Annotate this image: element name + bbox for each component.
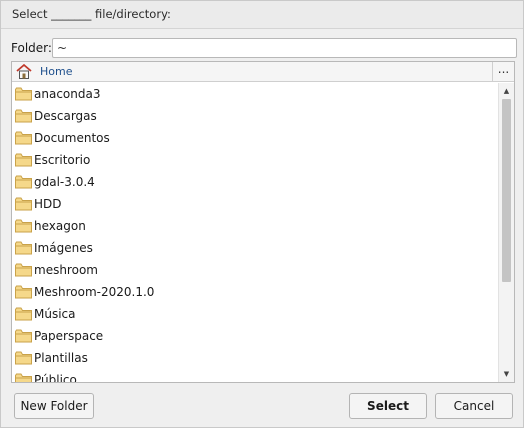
list-item[interactable]: meshroom (12, 259, 498, 281)
file-dialog: Select _______ file/directory: Folder: ~… (0, 0, 524, 428)
scroll-thumb[interactable] (502, 99, 511, 282)
folder-icon (15, 175, 32, 189)
list-item[interactable]: Escritorio (12, 149, 498, 171)
folder-icon (15, 307, 32, 321)
list-item-label: gdal-3.0.4 (34, 175, 95, 189)
title-bar: Select _______ file/directory: (1, 1, 523, 29)
folder-icon (15, 87, 32, 101)
list-item[interactable]: Público (12, 369, 498, 382)
folder-icon (15, 241, 32, 255)
list-item[interactable]: Descargas (12, 105, 498, 127)
scroll-up-icon[interactable]: ▲ (499, 85, 514, 97)
folder-row: Folder: ~ (11, 38, 517, 58)
vertical-scrollbar[interactable]: ▲ ▼ (498, 83, 514, 382)
list-item-label: anaconda3 (34, 87, 101, 101)
list-item[interactable]: Plantillas (12, 347, 498, 369)
file-browser: Home ... anaconda3 Descargas Documentos Esc… (11, 61, 515, 383)
folder-icon (15, 263, 32, 277)
folder-icon (15, 285, 32, 299)
list-item-label: HDD (34, 197, 62, 211)
list-item-label: Meshroom-2020.1.0 (34, 285, 155, 299)
folder-icon (15, 197, 32, 211)
more-button[interactable]: ... (492, 62, 514, 81)
list-item[interactable]: gdal-3.0.4 (12, 171, 498, 193)
folder-icon (15, 219, 32, 233)
list-item[interactable]: Música (12, 303, 498, 325)
list-item-label: Plantillas (34, 351, 88, 365)
list-item-label: Escritorio (34, 153, 91, 167)
list-item-label: hexagon (34, 219, 86, 233)
folder-icon (15, 373, 32, 382)
folder-list: anaconda3 Descargas Documentos Escritorio gd… (12, 83, 498, 382)
folder-icon (15, 109, 32, 123)
list-item-label: Documentos (34, 131, 110, 145)
folder-icon (15, 153, 32, 167)
home-icon[interactable] (15, 63, 33, 80)
list-item[interactable]: Imágenes (12, 237, 498, 259)
list-item-label: Público (34, 373, 77, 382)
breadcrumb-home[interactable]: Home (40, 65, 72, 78)
breadcrumb: Home ... (12, 62, 514, 82)
list-item-label: Música (34, 307, 76, 321)
list-item-label: Descargas (34, 109, 97, 123)
list-item[interactable]: anaconda3 (12, 83, 498, 105)
new-folder-button[interactable]: New Folder (14, 393, 94, 419)
folder-icon (15, 131, 32, 145)
list-item[interactable]: Paperspace (12, 325, 498, 347)
scroll-down-icon[interactable]: ▼ (499, 368, 514, 380)
list-item-label: Imágenes (34, 241, 93, 255)
list-item[interactable]: hexagon (12, 215, 498, 237)
list-item[interactable]: Documentos (12, 127, 498, 149)
folder-icon (15, 329, 32, 343)
dialog-title: Select _______ file/directory: (12, 7, 171, 21)
folder-label: Folder: (11, 41, 52, 55)
cancel-button[interactable]: Cancel (435, 393, 513, 419)
list-item-label: Paperspace (34, 329, 104, 343)
folder-icon (15, 351, 32, 365)
list-item[interactable]: Meshroom-2020.1.0 (12, 281, 498, 303)
folder-path-input[interactable]: ~ (52, 38, 517, 58)
list-item[interactable]: HDD (12, 193, 498, 215)
select-button[interactable]: Select (349, 393, 427, 419)
list-item-label: meshroom (34, 263, 98, 277)
